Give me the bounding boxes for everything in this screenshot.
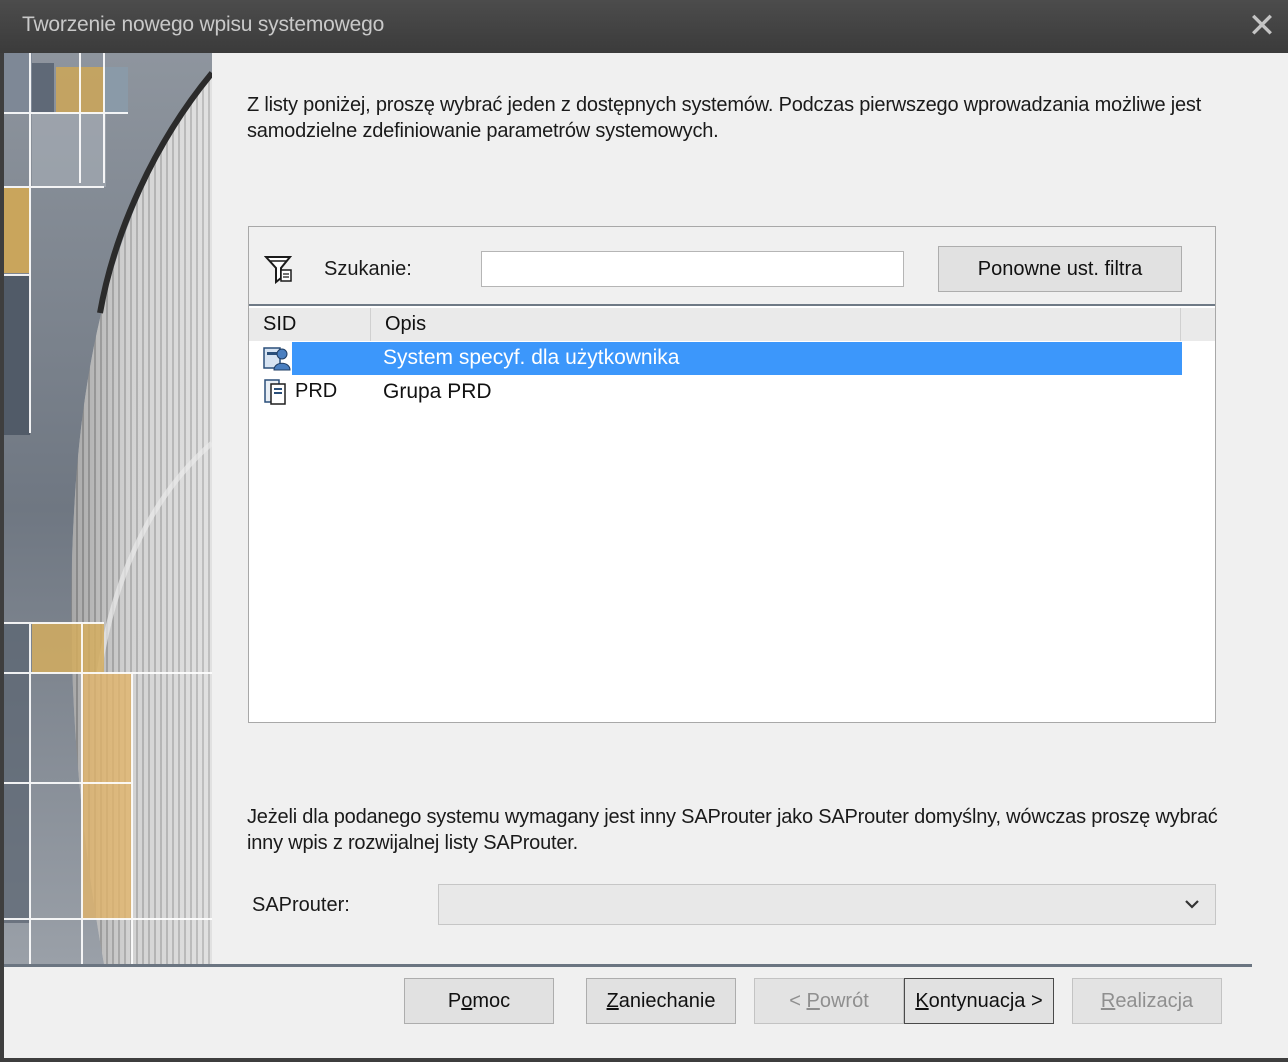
help-label-mnemonic: o — [461, 990, 473, 1012]
table-row[interactable]: System specyf. dla użytkownika — [249, 341, 1182, 375]
server-group-icon — [264, 379, 286, 405]
user-system-icon — [263, 347, 291, 371]
table-header: SID Opis — [249, 308, 1215, 341]
window-title: Tworzenie nowego wpisu systemowego — [22, 13, 385, 36]
intro-text: Z listy poniżej, proszę wybrać jeden z d… — [247, 94, 1202, 142]
row-opis: Grupa PRD — [383, 380, 492, 403]
filter-icon[interactable] — [264, 254, 294, 284]
next-label-post: ontynuacja > — [928, 990, 1043, 1012]
reset-filter-button[interactable]: Ponowne ust. filtra — [938, 246, 1182, 292]
divider — [249, 304, 1215, 306]
side-banner-image — [4, 53, 212, 964]
help-label-post: moc — [472, 990, 511, 1012]
back-button[interactable]: < Powrót — [754, 978, 904, 1024]
back-label-mnemonic: P — [806, 990, 820, 1012]
help-label-pre: P — [447, 990, 462, 1012]
building-illustration — [4, 53, 212, 964]
finish-label-post: ealizacja — [1115, 990, 1194, 1012]
finish-label-mnemonic: R — [1100, 990, 1116, 1012]
column-header-opis[interactable]: Opis — [371, 308, 1181, 341]
cancel-label-post: aniechanie — [618, 990, 716, 1012]
search-input[interactable] — [481, 251, 904, 287]
table-row[interactable]: PRD Grupa PRD — [249, 375, 1182, 408]
close-icon[interactable]: ✕ — [1244, 8, 1280, 44]
row-sid: PRD — [295, 380, 338, 402]
back-label-pre: < — [789, 990, 807, 1012]
next-label-mnemonic: K — [915, 990, 929, 1012]
cancel-label-mnemonic: Z — [606, 990, 619, 1012]
column-header-sid[interactable]: SID — [249, 308, 371, 341]
system-list-panel: Szukanie: Ponowne ust. filtra SID Opis S… — [248, 226, 1216, 723]
chevron-down-icon[interactable] — [1183, 895, 1201, 913]
help-button[interactable]: Pomoc — [404, 978, 554, 1024]
title-bar[interactable]: Tworzenie nowego wpisu systemowego ✕ — [0, 0, 1288, 53]
next-button[interactable]: Kontynuacja > — [904, 978, 1054, 1024]
cancel-button[interactable]: Zaniechanie — [586, 978, 736, 1024]
filter-bar: Szukanie: Ponowne ust. filtra — [249, 227, 1215, 305]
saprouter-label: SAProuter: — [252, 894, 350, 916]
column-header-spacer — [1181, 308, 1215, 341]
finish-button[interactable]: Realizacja — [1072, 978, 1222, 1024]
saprouter-dropdown[interactable] — [438, 884, 1216, 925]
back-label-post: owrót — [819, 990, 869, 1012]
search-label: Szukanie: — [324, 258, 412, 280]
row-opis: System specyf. dla użytkownika — [383, 346, 680, 369]
dialog-window: Tworzenie nowego wpisu systemowego ✕ Z l… — [0, 0, 1288, 1062]
window-border-bottom — [0, 1058, 1288, 1062]
footer-divider — [4, 964, 1252, 967]
saprouter-info-text: Jeżeli dla podanego systemu wymagany jes… — [247, 806, 1218, 854]
